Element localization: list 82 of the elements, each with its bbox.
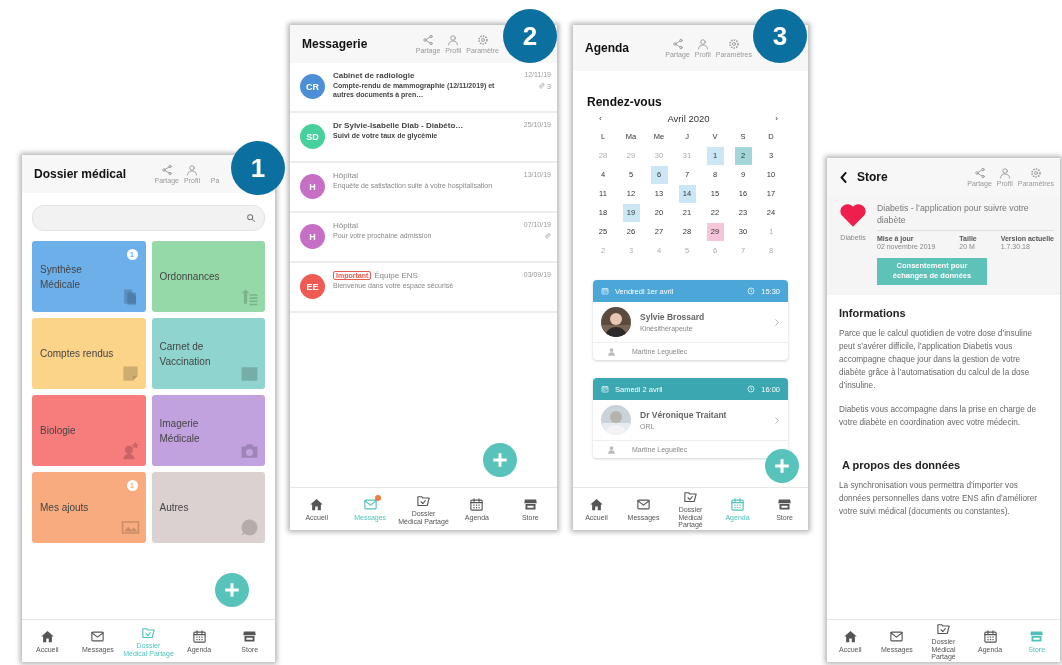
- calendar-icon: [601, 287, 609, 295]
- plus-icon: [491, 451, 509, 469]
- add-button[interactable]: [215, 573, 249, 607]
- share-icon: [973, 167, 986, 179]
- heart-icon: [839, 202, 867, 228]
- calendar-icon: [469, 496, 485, 512]
- category-tile[interactable]: Autres: [151, 472, 265, 543]
- category-tile[interactable]: Ordonnances: [151, 241, 265, 312]
- share-icon: [160, 164, 173, 176]
- house-icon: [589, 496, 604, 512]
- practitioner-name: Dr Véronique Traitant: [640, 410, 728, 420]
- envelope-icon: [889, 628, 905, 644]
- category-tile[interactable]: Carnet de Vaccination: [151, 318, 265, 389]
- calendar-icon: [982, 628, 998, 644]
- section-heading: A propos des données: [842, 459, 962, 471]
- person-icon: [607, 445, 616, 454]
- calendar-icon: [730, 496, 745, 512]
- category-tile[interactable]: Comptes rendus: [32, 318, 146, 389]
- step-number-badge: 1: [231, 141, 285, 195]
- list-icon: [240, 287, 259, 306]
- search-field[interactable]: [32, 205, 265, 231]
- person-icon: [998, 167, 1011, 179]
- chevron-icon: [774, 317, 780, 327]
- house-icon: [309, 496, 325, 512]
- envelope-icon: [636, 496, 651, 512]
- settings-icon: [727, 38, 740, 50]
- note-icon: [120, 364, 140, 383]
- next-month-button[interactable]: ›: [775, 114, 778, 123]
- envelope-icon: [362, 496, 378, 512]
- chat-icon: [240, 518, 259, 537]
- category-tile[interactable]: Imagerie Médicale: [151, 395, 265, 466]
- section-heading: Informations: [839, 306, 907, 319]
- add-button[interactable]: [483, 443, 517, 477]
- share-icon: [422, 34, 435, 46]
- chevron-icon: [774, 415, 780, 425]
- search-icon: [246, 213, 256, 223]
- category-tile[interactable]: Biologie: [32, 395, 146, 466]
- step-number-badge: 3: [753, 9, 807, 63]
- clock-icon: [747, 287, 756, 295]
- clock-icon: [747, 385, 756, 393]
- share-icon: [671, 38, 684, 50]
- avatar: H: [300, 224, 325, 249]
- avatar: CR: [300, 74, 325, 99]
- plus-icon: [223, 581, 241, 599]
- sender-name: Hôpital: [333, 171, 358, 180]
- sender-name: Hôpital: [333, 221, 358, 230]
- previous-month-button[interactable]: ‹: [599, 114, 602, 123]
- person-icon: [607, 347, 616, 356]
- app-title: Diabetis - l’application pour suivre votre diabète: [877, 202, 1054, 232]
- screen-title: Dossier médical: [34, 167, 128, 181]
- calendar-icon: [191, 628, 207, 644]
- screen-title: Store: [857, 170, 889, 184]
- camera-icon: [240, 441, 259, 460]
- person-icon: [447, 34, 460, 46]
- paragraph: Diabetis vous accompagne dans la prise en charge de votre diabète en coordination avec votre médecin.: [839, 403, 1038, 429]
- back-icon[interactable]: [839, 170, 848, 184]
- house-icon: [39, 628, 55, 644]
- avatar: H: [300, 174, 325, 199]
- image-icon: [120, 518, 140, 537]
- sender-name: Cabinet de radiologie: [333, 71, 415, 80]
- sender-name: Équipe ENS: [374, 271, 418, 280]
- envelope-icon: [90, 628, 106, 644]
- person-icon: [696, 38, 709, 50]
- month-label: Avril 2020: [667, 113, 710, 124]
- screen-title: Messagerie: [302, 37, 369, 51]
- add-button[interactable]: [765, 449, 799, 483]
- settings-icon: [1029, 167, 1042, 179]
- paragraph: Parce que le calcul quotidien de votre dose d’insuline peut s’avérer difficile, l’application Diabetis vous accompagne chaque jour dans la gestion de votre diabète grâce à l’automatisation du calcul de la dose d’insuline.: [839, 327, 1033, 393]
- house-icon: [842, 628, 858, 644]
- avatar: EE: [300, 274, 325, 299]
- plus-icon: [773, 457, 791, 475]
- step-number-badge: 2: [503, 9, 557, 63]
- calendar-icon: [601, 385, 609, 393]
- paragraph: La synchronisation vous permettra d’importer vos données personnelles dans votre ENS afin d’améliorer votre suivi médical (documents ou constantes).: [839, 480, 1038, 519]
- settings-icon: [476, 34, 489, 46]
- person-icon: [120, 441, 140, 460]
- practitioner-name: Sylvie Brossard: [640, 312, 706, 322]
- avatar: SD: [300, 124, 325, 149]
- person-icon: [186, 164, 198, 176]
- screen-title: Agenda: [585, 41, 630, 55]
- sender-name: Dr Sylvie-Isabelle Diab - Diabéto…: [333, 121, 464, 130]
- section-heading: Rendez-vous: [587, 95, 663, 109]
